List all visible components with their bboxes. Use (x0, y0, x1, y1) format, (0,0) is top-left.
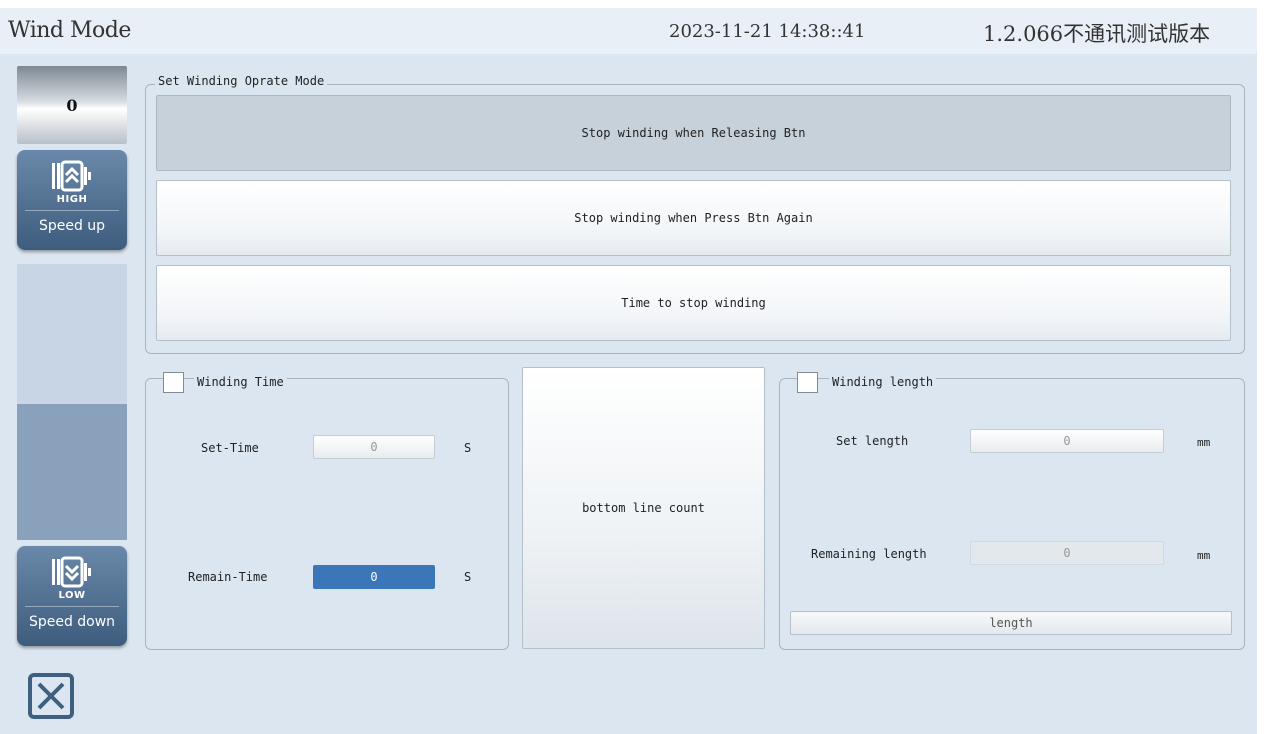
set-length-input[interactable]: 0 (970, 429, 1164, 453)
page-title: Wind Mode (8, 18, 131, 43)
set-time-input[interactable]: 0 (313, 435, 435, 459)
close-button[interactable] (27, 672, 75, 720)
set-length-label: Set length (836, 434, 909, 448)
version-label: 1.2.066不通讯测试版本 (983, 22, 1211, 46)
winding-length-checkbox[interactable] (797, 372, 818, 393)
screen: Wind Mode 2023-11-21 14:38::41 1.2.066不通… (0, 8, 1257, 734)
counter-value: 0 (66, 96, 78, 115)
divider (25, 210, 119, 211)
speed-down-button[interactable]: LOW Speed down (17, 546, 127, 646)
winding-length-title: Winding length (829, 375, 937, 389)
side-panel-lower (17, 404, 127, 540)
motor-down-icon (50, 556, 94, 592)
winding-time-title: Winding Time (194, 375, 287, 389)
speed-up-tag: HIGH (56, 194, 88, 205)
mode-group-title: Set Winding Oprate Mode (155, 74, 328, 88)
motor-up-icon (50, 160, 94, 196)
remaining-length-unit: mm (1197, 549, 1211, 562)
winding-time-group (145, 378, 509, 650)
winding-length-group (779, 378, 1245, 650)
speed-up-label: Speed up (38, 218, 106, 234)
mode-option-release[interactable]: Stop winding when Releasing Btn (156, 95, 1231, 171)
winding-time-checkbox[interactable] (163, 372, 184, 393)
divider (25, 606, 119, 607)
remaining-length-value: 0 (970, 541, 1164, 565)
bottom-line-count-button[interactable]: bottom line count (522, 367, 765, 649)
remain-time-label: Remain-Time (188, 570, 268, 584)
remaining-length-label: Remaining length (811, 547, 927, 561)
set-time-unit: S (464, 441, 472, 455)
mode-option-press-again[interactable]: Stop winding when Press Btn Again (156, 180, 1231, 256)
remain-time-value: 0 (313, 565, 435, 589)
title-bar: Wind Mode 2023-11-21 14:38::41 1.2.066不通… (0, 8, 1257, 54)
set-length-unit: mm (1197, 436, 1211, 449)
counter-display: 0 (17, 66, 127, 144)
set-time-label: Set-Time (201, 441, 259, 455)
speed-down-tag: LOW (58, 590, 86, 601)
mode-option-time[interactable]: Time to stop winding (156, 265, 1231, 341)
close-icon (28, 673, 74, 719)
side-panel-upper (17, 264, 127, 404)
speed-up-button[interactable]: HIGH Speed up (17, 150, 127, 250)
speed-down-label: Speed down (28, 614, 116, 630)
datetime-label: 2023-11-21 14:38::41 (669, 21, 866, 42)
remain-time-unit: S (464, 570, 472, 584)
length-button[interactable]: length (790, 611, 1232, 635)
